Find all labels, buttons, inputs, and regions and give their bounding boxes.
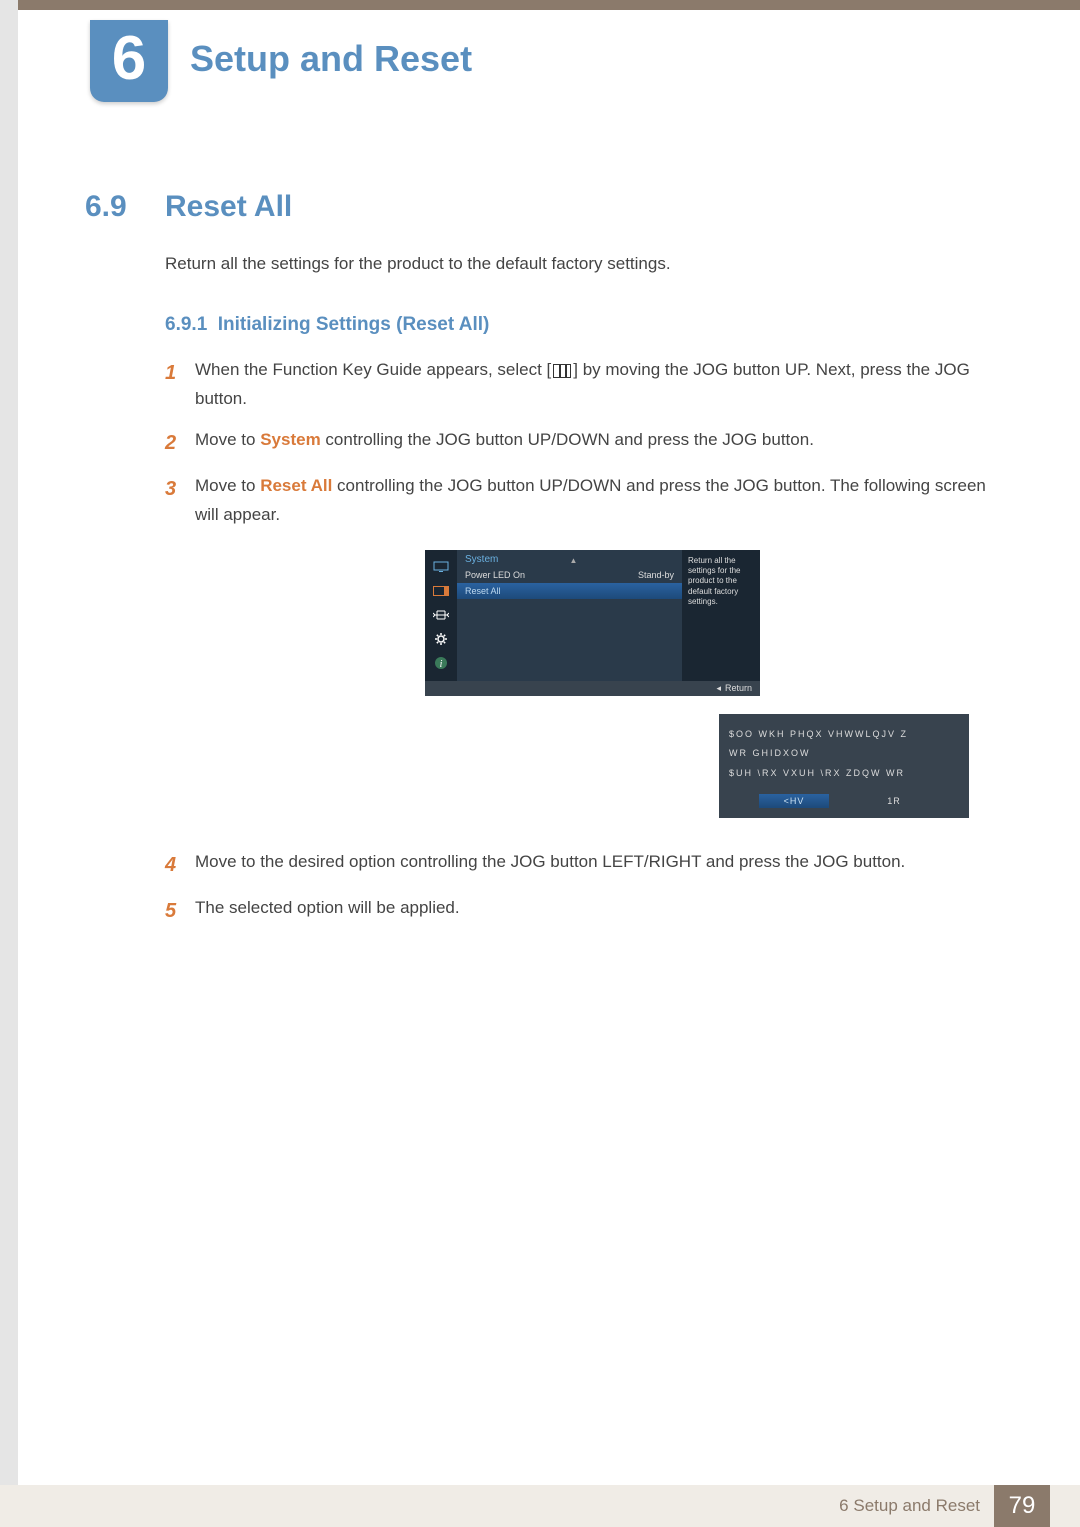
osd-return-label: Return [725,683,752,693]
page-footer: 6 Setup and Reset 79 [0,1485,1080,1527]
osd-row-power-led: Power LED On Stand-by [457,567,682,583]
osd-footer: ◂ Return [425,681,760,696]
step-text: Move to Reset All controlling the JOG bu… [195,472,995,530]
menu-icon [553,364,571,378]
step-text-pre: Move to [195,430,260,449]
dialog-yes-button: <HV [759,794,829,808]
section-intro: Return all the settings for the product … [165,254,995,274]
step-text-pre: Move to [195,476,260,495]
steps-list: 1 When the Function Key Guide appears, s… [165,356,995,928]
step-text: Move to System controlling the JOG butto… [195,426,814,460]
step-text-post: controlling the JOG button UP/DOWN and p… [321,430,814,449]
step-1: 1 When the Function Key Guide appears, s… [165,356,995,414]
gear-icon [432,632,450,646]
osd-row-label: Reset All [465,586,501,596]
subsection-heading: 6.9.1 Initializing Settings (Reset All) [165,314,995,336]
osd-row-reset-all: Reset All [457,583,682,599]
left-accent-bar [0,0,18,1527]
up-arrow-icon: ▲ [570,556,578,565]
step-emphasis: Reset All [260,476,332,495]
page-content: 6.9 Reset All Return all the settings fo… [85,190,995,940]
step-5: 5 The selected option will be applied. [165,894,995,928]
step-text: The selected option will be applied. [195,894,460,928]
section-number: 6.9 [85,190,165,224]
resize-icon [432,608,450,622]
dialog-no-button: 1R [859,794,929,808]
osd-menu-title-text: System [465,554,498,565]
footer-chapter-label: 6 Setup and Reset [839,1496,980,1516]
return-arrow-icon: ◂ [716,683,721,694]
step-4: 4 Move to the desired option controlling… [165,848,995,882]
osd-row-value: Stand-by [638,570,674,580]
step-text: When the Function Key Guide appears, sel… [195,356,995,414]
section-heading: 6.9 Reset All [85,190,995,224]
osd-window: i System ▲ Power LED On Stand-by [425,550,760,696]
chapter-title: Setup and Reset [190,38,472,80]
osd-main: System ▲ Power LED On Stand-by Reset All [457,550,682,681]
dialog-buttons: <HV 1R [729,794,959,808]
info-icon: i [432,656,450,670]
step-text: Move to the desired option controlling t… [195,848,905,882]
footer-page-number: 79 [994,1485,1050,1527]
section-title: Reset All [165,190,292,224]
osd-row-label: Power LED On [465,570,525,580]
step-number: 3 [165,472,195,530]
dialog-line-3: $UH \RX VXUH \RX ZDQW WR [729,767,959,781]
subsection-number: 6.9.1 [165,314,207,335]
top-accent-bar [0,0,1080,10]
chapter-badge: 6 [90,20,168,102]
monitor-icon [432,560,450,574]
osd-confirm-dialog: $OO WKH PHQX VHWWLQJV Z WR GHIDXOW $UH \… [719,714,969,819]
step-number: 2 [165,426,195,460]
step-number: 4 [165,848,195,882]
picture-icon [432,584,450,598]
step-number: 5 [165,894,195,928]
svg-text:i: i [440,659,443,670]
step-2: 2 Move to System controlling the JOG but… [165,426,995,460]
step-number: 1 [165,356,195,414]
subsection-title: Initializing Settings (Reset All) [218,314,490,335]
dialog-line-1: $OO WKH PHQX VHWWLQJV Z [729,728,959,742]
step-3: 3 Move to Reset All controlling the JOG … [165,472,995,530]
dialog-line-2: WR GHIDXOW [729,747,959,761]
step-emphasis: System [260,430,320,449]
osd-sidebar: i [425,550,457,681]
osd-menu-title: System ▲ [457,550,682,567]
osd-screenshot-1: i System ▲ Power LED On Stand-by [425,550,995,819]
osd-description-panel: Return all the settings for the product … [682,550,760,681]
step-text-pre: When the Function Key Guide appears, sel… [195,360,551,379]
